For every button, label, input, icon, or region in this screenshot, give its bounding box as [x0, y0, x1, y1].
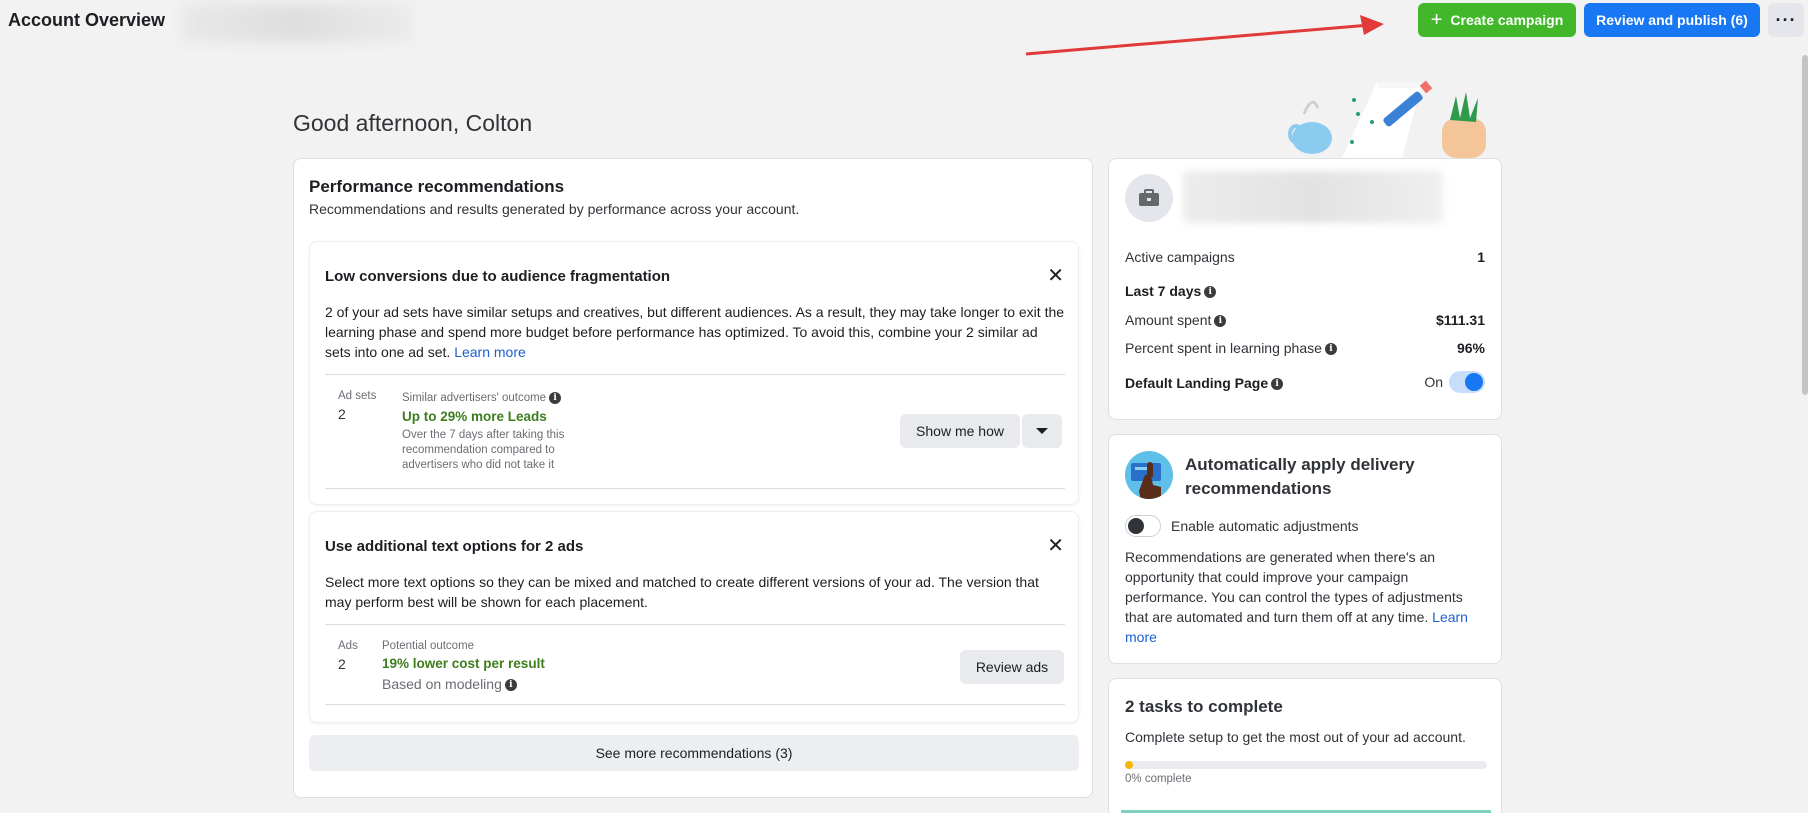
tasks-subtitle: Complete setup to get the most out of yo…	[1125, 729, 1466, 745]
divider	[325, 624, 1065, 625]
show-me-how-button[interactable]: Show me how	[900, 414, 1020, 448]
outcome-value: 19% lower cost per result	[382, 656, 545, 671]
learn-more-link[interactable]: Learn more	[454, 344, 526, 360]
scrollbar-thumb[interactable]	[1802, 55, 1808, 395]
recommendation-body-text: 2 of your ad sets have similar setups an…	[325, 304, 1065, 360]
recommendation-body: 2 of your ad sets have similar setups an…	[325, 302, 1065, 362]
review-publish-button[interactable]: Review and publish (6)	[1584, 3, 1760, 37]
amount-spent-label-text: Amount spent	[1125, 312, 1212, 328]
recommendation-title: Use additional text options for 2 ads	[325, 538, 584, 555]
page-title: Account Overview	[8, 10, 166, 30]
landing-page-state: On	[1424, 374, 1443, 390]
recommendation-body: Select more text options so they can be …	[325, 574, 1039, 610]
learning-phase-value: 96%	[1456, 340, 1485, 356]
close-icon[interactable]: ✕	[1047, 266, 1064, 286]
toggle-knob	[1128, 518, 1144, 534]
landing-page-label-text: Default Landing Page	[1125, 375, 1269, 391]
tasks-progress-bar	[1125, 761, 1487, 769]
tasks-card: 2 tasks to complete Complete setup to ge…	[1108, 678, 1502, 813]
performance-subtitle: Recommendations and results generated by…	[309, 201, 800, 217]
more-options-button[interactable]: ···	[1768, 3, 1804, 37]
create-campaign-button[interactable]: + Create campaign	[1418, 3, 1576, 37]
performance-card: Performance recommendations Recommendati…	[293, 158, 1093, 798]
metric-label: Ads	[338, 640, 358, 652]
greeting-heading: Good afternoon, Colton	[293, 110, 533, 136]
outcome-label: Potential outcome	[382, 640, 475, 652]
toggle-knob	[1465, 373, 1483, 391]
see-more-button[interactable]: See more recommendations (3)	[309, 735, 1079, 771]
learning-phase-label: Percent spent in learning phase i	[1125, 340, 1337, 356]
account-selector-redacted[interactable]	[182, 4, 412, 42]
review-ads-button[interactable]: Review ads	[960, 650, 1064, 684]
outcome-note-text: Based on modeling	[382, 676, 502, 692]
info-icon[interactable]: i	[1204, 286, 1217, 299]
landing-page-label: Default Landing Page i	[1125, 375, 1284, 391]
hand-tap-icon	[1125, 451, 1173, 499]
info-icon[interactable]: i	[504, 679, 517, 692]
outcome-note: Over the 7 days after taking this recomm…	[402, 429, 565, 471]
recommendation-card: Low conversions due to audience fragment…	[309, 241, 1079, 505]
progress-fill	[1125, 761, 1133, 769]
learning-phase-label-text: Percent spent in learning phase	[1125, 340, 1322, 356]
close-icon[interactable]: ✕	[1047, 536, 1064, 556]
decorative-illustration	[1288, 80, 1486, 158]
period-label-text: Last 7 days	[1125, 283, 1202, 299]
create-campaign-label: Create campaign	[1450, 12, 1564, 28]
period-label: Last 7 days i	[1125, 283, 1217, 299]
divider	[325, 374, 1065, 375]
outcome-value: Up to 29% more Leads	[402, 409, 547, 424]
annotation-arrow	[1025, 15, 1384, 56]
delivery-recommendations-card: Automatically apply delivery recommendat…	[1108, 434, 1502, 664]
info-icon[interactable]: i	[1271, 378, 1284, 391]
outcome-label-text: Similar advertisers' outcome	[402, 392, 547, 405]
outcome-note: Based on modeling i	[382, 676, 517, 692]
account-summary-card: Active campaigns 1 Last 7 days i Amount s…	[1108, 158, 1502, 420]
metric-value: 2	[338, 406, 346, 422]
briefcase-icon	[1125, 174, 1173, 222]
delivery-body: Recommendations are generated when there…	[1125, 547, 1489, 647]
account-name-redacted	[1183, 171, 1443, 223]
divider	[325, 704, 1065, 705]
recommendation-title: Low conversions due to audience fragment…	[325, 268, 671, 285]
dropdown-button[interactable]	[1022, 414, 1062, 448]
divider	[325, 488, 1065, 489]
performance-title: Performance recommendations	[309, 177, 565, 196]
amount-spent-label: Amount spent i	[1125, 312, 1227, 328]
automatic-adjustments-toggle[interactable]	[1125, 515, 1161, 537]
recommendation-card: Use additional text options for 2 ads ✕ …	[309, 511, 1079, 723]
outcome-label: Similar advertisers' outcome i	[402, 392, 562, 405]
caret-down-icon	[1036, 428, 1048, 434]
active-campaigns-label: Active campaigns	[1125, 249, 1235, 265]
amount-spent-value: $111.31	[1435, 312, 1485, 328]
info-icon[interactable]: i	[1214, 315, 1227, 328]
top-bar: Account Overview + Create campaign Revie…	[0, 0, 1808, 42]
more-icon: ···	[1775, 9, 1797, 30]
automatic-adjustments-label: Enable automatic adjustments	[1171, 518, 1359, 534]
landing-page-toggle[interactable]	[1449, 371, 1485, 393]
info-icon[interactable]: i	[1324, 343, 1337, 356]
metric-value: 2	[338, 656, 346, 672]
metric-label: Ad sets	[338, 390, 377, 402]
plus-icon: +	[1430, 9, 1443, 31]
tasks-progress-label: 0% complete	[1125, 773, 1192, 785]
tasks-title: 2 tasks to complete	[1125, 697, 1283, 716]
delivery-body-text: Recommendations are generated when there…	[1125, 549, 1463, 625]
info-icon[interactable]: i	[549, 392, 562, 404]
delivery-title: Automatically apply delivery recommendat…	[1185, 455, 1415, 498]
active-campaigns-value: 1	[1477, 249, 1485, 265]
